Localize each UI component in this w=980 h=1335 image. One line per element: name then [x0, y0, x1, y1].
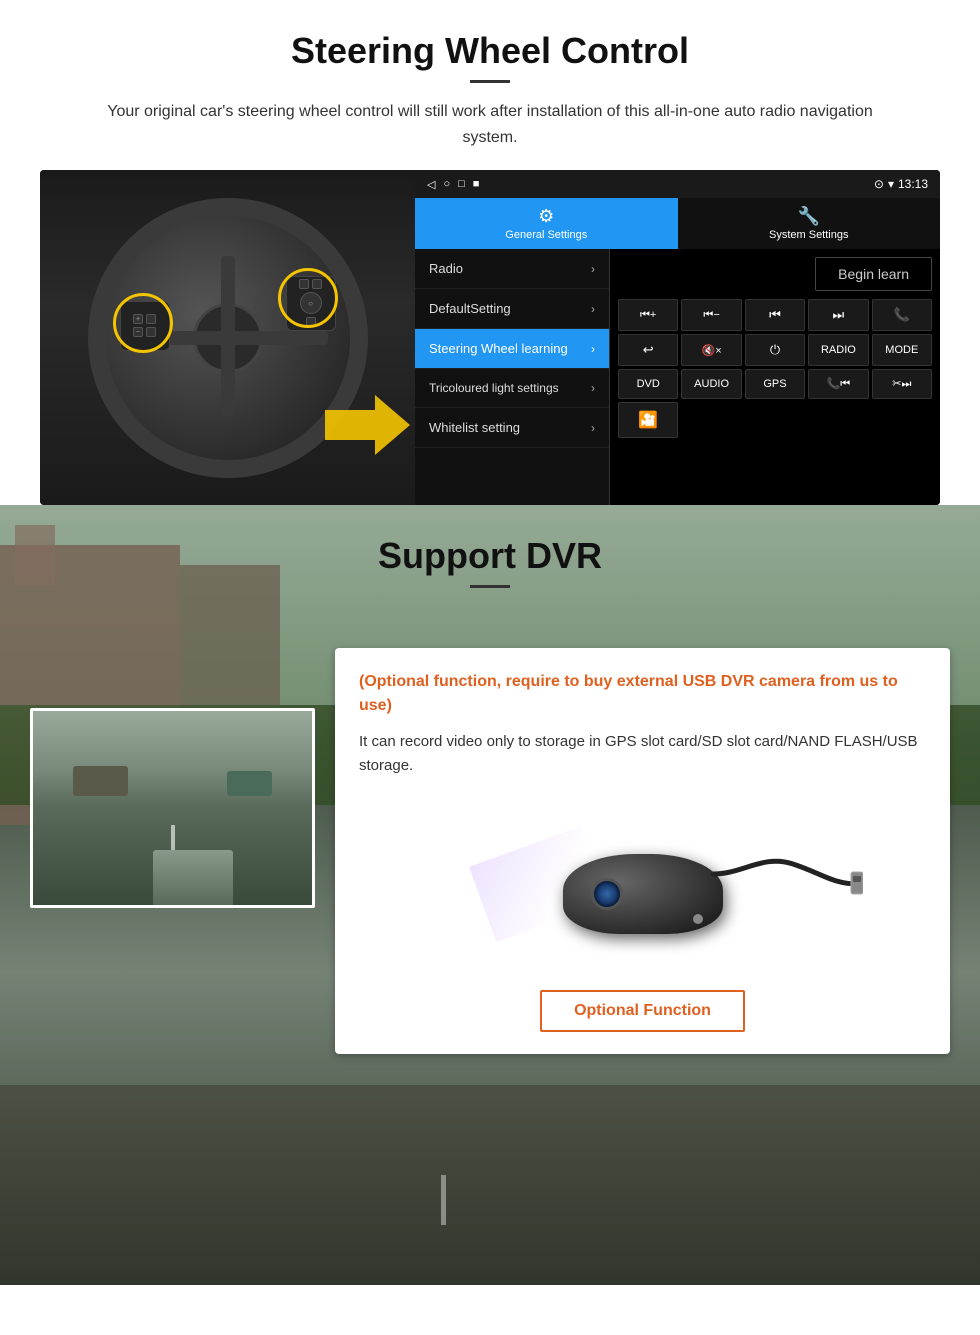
- dvr-title: Support DVR: [40, 535, 940, 577]
- tab-general-settings[interactable]: ⚙ General Settings: [415, 198, 678, 249]
- dvr-optional-label: (Optional function, require to buy exter…: [359, 670, 926, 718]
- home-icon: ○: [443, 178, 450, 190]
- chevron-icon: ›: [591, 302, 595, 316]
- ctrl-mode[interactable]: MODE: [872, 334, 932, 366]
- status-right-icons: ⊙ ▾ 13:13: [874, 177, 928, 191]
- gear-icon: ⚙: [538, 206, 554, 227]
- location-icon: ⊙: [874, 177, 884, 191]
- chevron-icon: ›: [591, 262, 595, 276]
- wifi-icon: ▾: [888, 177, 894, 191]
- begin-learn-button[interactable]: Begin learn: [815, 257, 932, 291]
- ctrl-gps[interactable]: GPS: [745, 369, 805, 399]
- clock: 13:13: [898, 177, 928, 191]
- chevron-icon: ›: [591, 421, 595, 435]
- optional-function-container: Optional Function: [359, 990, 926, 1032]
- ctrl-vol-up[interactable]: ⏮+: [618, 299, 678, 331]
- ctrl-camera[interactable]: 🎦: [618, 402, 678, 438]
- android-statusbar: ◁ ○ □ ■ ⊙ ▾ 13:13: [415, 170, 940, 198]
- ctrl-phone-next[interactable]: ✂⏭: [872, 369, 932, 399]
- controls-panel: Begin learn ⏮+ ⏮− ⏮ ⏭ 📞 ↩ 🔇× ⏻ RADIO: [610, 249, 940, 505]
- recent-icon: □: [458, 178, 465, 190]
- dvr-section: Support DVR (Optional function, require …: [0, 505, 980, 1285]
- dvr-camera-area: [359, 794, 926, 974]
- steering-subtitle: Your original car's steering wheel contr…: [80, 99, 900, 150]
- menu-icon: ■: [473, 178, 480, 190]
- chevron-icon: ›: [591, 342, 595, 356]
- dvr-info-box: (Optional function, require to buy exter…: [335, 648, 950, 1054]
- ctrl-audio[interactable]: AUDIO: [681, 369, 741, 399]
- dvr-description: It can record video only to storage in G…: [359, 730, 926, 778]
- steering-screenshot: + − ○: [40, 170, 940, 505]
- menu-item-tricoloured[interactable]: Tricoloured light settings ›: [415, 369, 609, 408]
- ctrl-vol-down[interactable]: ⏮−: [681, 299, 741, 331]
- optional-function-button[interactable]: Optional Function: [540, 990, 745, 1032]
- ctrl-radio[interactable]: RADIO: [808, 334, 868, 366]
- settings-menu: Radio › DefaultSetting › Steering Wheel …: [415, 249, 610, 505]
- spoke-vertical: [221, 256, 235, 416]
- dvr-cable: [703, 834, 863, 924]
- menu-item-defaultsetting[interactable]: DefaultSetting ›: [415, 289, 609, 329]
- ctrl-next-track[interactable]: ⏭: [808, 299, 868, 331]
- status-left-icons: ◁ ○ □ ■: [427, 178, 479, 191]
- title-divider-1: [470, 80, 510, 83]
- ctrl-back[interactable]: ↩: [618, 334, 678, 366]
- highlight-circle-right: [278, 268, 338, 328]
- ctrl-phone-prev[interactable]: 📞⏮: [808, 369, 868, 399]
- back-icon: ◁: [427, 178, 435, 191]
- dvr-content-header: Support DVR: [0, 505, 980, 588]
- menu-item-radio[interactable]: Radio ›: [415, 249, 609, 289]
- ctrl-phone[interactable]: 📞: [872, 299, 932, 331]
- ctrl-mute[interactable]: 🔇×: [681, 334, 741, 366]
- chevron-icon: ›: [591, 381, 595, 395]
- system-icon: 🔧: [798, 206, 820, 227]
- menu-item-whitelist[interactable]: Whitelist setting ›: [415, 408, 609, 448]
- highlight-circle-left: [113, 293, 173, 353]
- steering-photo: + − ○: [40, 170, 415, 505]
- begin-learn-row: Begin learn: [618, 257, 932, 291]
- steering-section: Steering Wheel Control Your original car…: [0, 0, 980, 505]
- android-panel: ◁ ○ □ ■ ⊙ ▾ 13:13 ⚙ General Settings: [415, 170, 940, 505]
- tab-system-settings[interactable]: 🔧 System Settings: [678, 198, 941, 249]
- controls-grid: ⏮+ ⏮− ⏮ ⏭ 📞 ↩ 🔇× ⏻ RADIO MODE DVD AUDIO: [618, 299, 932, 438]
- steering-title: Steering Wheel Control: [40, 30, 940, 72]
- yellow-arrow: [315, 390, 415, 460]
- dvr-road-thumbnail: [30, 708, 315, 908]
- ctrl-prev-track[interactable]: ⏮: [745, 299, 805, 331]
- ctrl-dvd[interactable]: DVD: [618, 369, 678, 399]
- android-tabs: ⚙ General Settings 🔧 System Settings: [415, 198, 940, 249]
- dvr-lower-content: (Optional function, require to buy exter…: [0, 588, 980, 1084]
- menu-item-steering-wheel-learning[interactable]: Steering Wheel learning ›: [415, 329, 609, 369]
- ctrl-power[interactable]: ⏻: [745, 334, 805, 366]
- android-content: Radio › DefaultSetting › Steering Wheel …: [415, 249, 940, 505]
